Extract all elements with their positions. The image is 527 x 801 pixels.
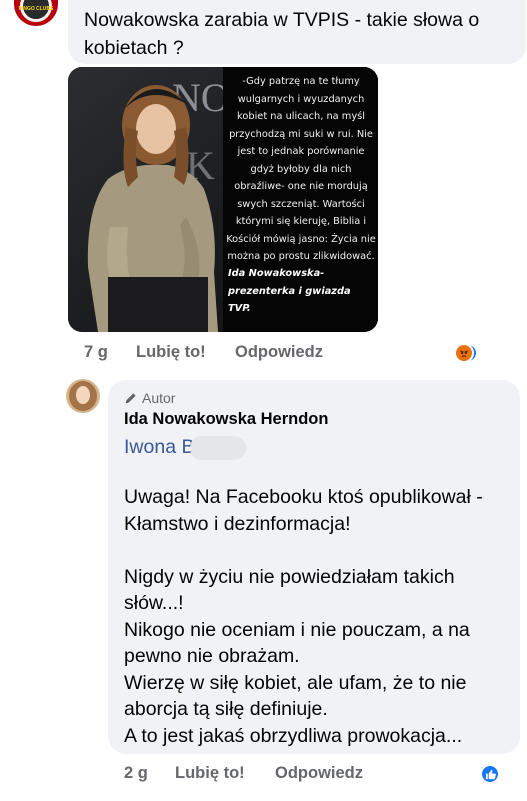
reply-paragraph: Nigdy w życiu nie powiedziałam takich sł… <box>124 565 470 747</box>
mention-link[interactable]: Iwona B <box>124 436 194 459</box>
comment-bubble: Nowakowska zarabia w TVPIS - takie słowa… <box>68 0 526 64</box>
reply-timestamp[interactable]: 2 g <box>124 764 148 783</box>
comment-attached-image[interactable]: NO K -Gdy patrzę na te tłumy wulgarnych … <box>68 67 378 332</box>
author-avatar[interactable] <box>66 379 100 413</box>
comment-actions: 7 g Lubię to! Odpowiedz 8 <box>84 340 524 366</box>
avatar-face <box>76 386 90 404</box>
reply-text: Uwaga! Na Facebooku ktoś opublikował - K… <box>124 484 514 749</box>
comment-text: Nowakowska zarabia w TVPIS - takie słowa… <box>84 9 480 59</box>
comment-timestamp[interactable]: 7 g <box>84 343 108 362</box>
avatar-logo-text: PINGO CLUBS <box>18 6 54 12</box>
angry-reaction-icon <box>454 343 474 363</box>
author-badge: Autor <box>124 390 175 406</box>
commenter-avatar[interactable]: PINGO CLUBS <box>14 0 58 26</box>
reply-bubble: Autor Ida Nowakowska Herndon Iwona B Uwa… <box>108 380 520 754</box>
reply-like-button[interactable]: Lubię to! <box>175 764 245 783</box>
reply-actions: 2 g Lubię to! Odpowiedz 6 <box>124 761 524 787</box>
author-badge-label: Autor <box>142 390 176 406</box>
redacted-name <box>190 436 246 460</box>
pencil-icon <box>125 392 136 403</box>
reply-button[interactable]: Odpowiedz <box>235 343 323 362</box>
meme-signature: Ida Nowakowska-prezenterka i gwiazda TVP… <box>228 268 351 314</box>
reply-paragraph: Uwaga! Na Facebooku ktoś opublikował - K… <box>124 486 483 535</box>
like-reaction-icon <box>480 764 500 784</box>
like-button[interactable]: Lubię to! <box>136 343 206 362</box>
reply-author-name[interactable]: Ida Nowakowska Herndon <box>124 410 328 429</box>
reply-reply-button[interactable]: Odpowiedz <box>275 764 363 783</box>
meme-quote-text: -Gdy patrzę na te tłumy wulgarnych i wyu… <box>226 76 376 262</box>
